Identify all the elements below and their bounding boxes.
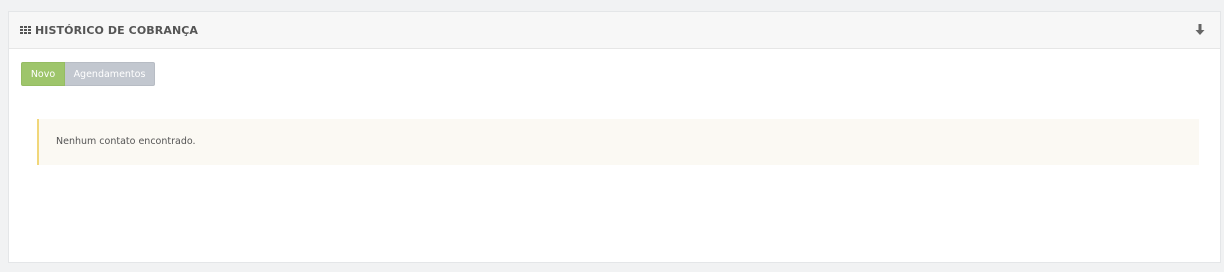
panel-title: HISTÓRICO DE COBRANÇA [35, 24, 199, 37]
billing-history-panel: HISTÓRICO DE COBRANÇA Novo Agendamentos … [8, 11, 1221, 263]
empty-state-alert: Nenhum contato encontrado. [37, 119, 1199, 165]
arrow-down-icon[interactable] [1194, 23, 1206, 37]
grid-icon [20, 26, 31, 36]
alert-message: Nenhum contato encontrado. [56, 136, 196, 147]
tab-button-group: Novo Agendamentos [21, 62, 155, 86]
tab-novo[interactable]: Novo [21, 62, 65, 86]
tab-agendamentos[interactable]: Agendamentos [65, 62, 155, 86]
panel-header: HISTÓRICO DE COBRANÇA [9, 12, 1220, 49]
